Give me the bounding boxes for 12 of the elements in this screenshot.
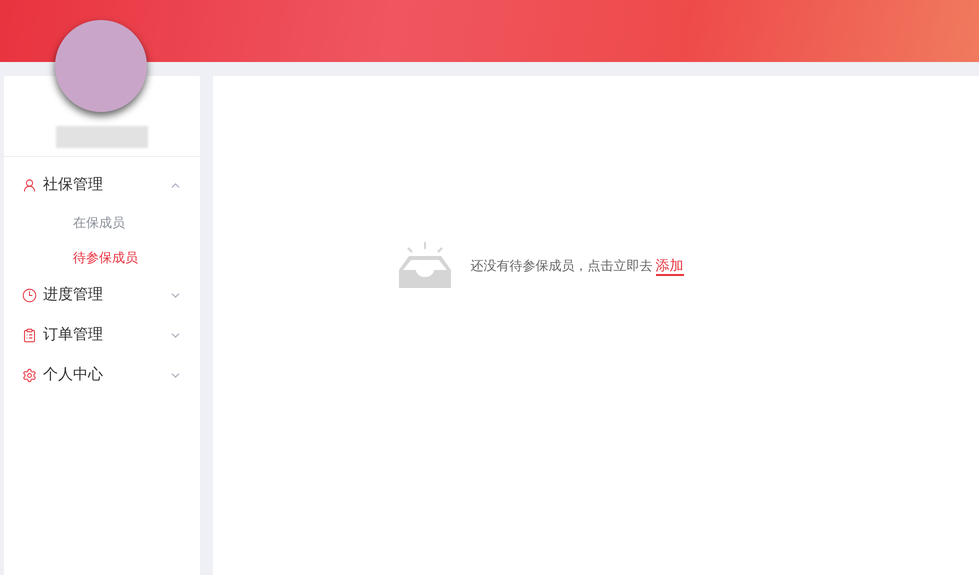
clock-icon [22,288,37,302]
empty-message: 还没有待参保成员，点击立即去 [470,257,652,276]
clipboard-icon [22,328,37,342]
add-link[interactable]: 添加 [656,256,684,276]
menu-item[interactable]: 社保管理 [4,165,200,205]
user-icon [22,178,37,192]
settings-icon [22,368,37,382]
menu-item[interactable]: 进度管理 [4,275,200,315]
menu-item[interactable]: 个人中心 [4,355,200,395]
submenu-item[interactable]: 待参保成员 [4,240,200,275]
empty-inbox-icon [398,242,450,288]
menu-item[interactable]: 订单管理 [4,315,200,355]
